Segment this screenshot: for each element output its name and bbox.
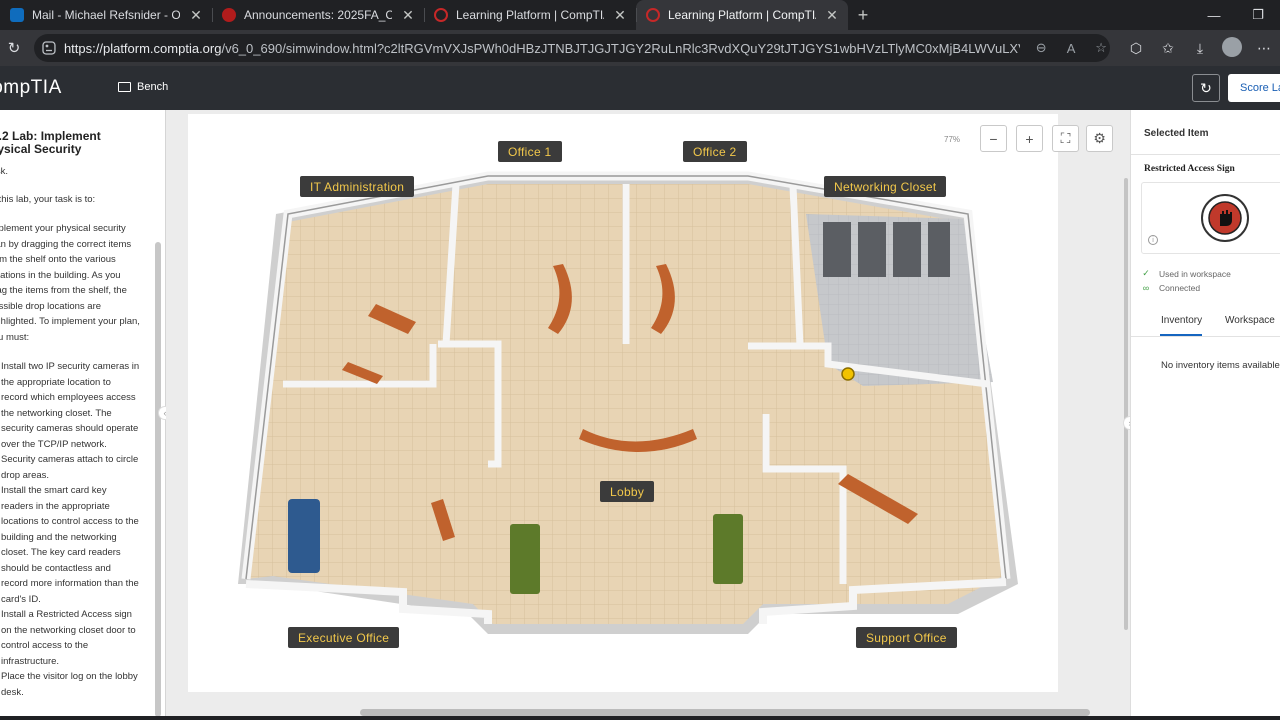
zoom-out-button[interactable]: − (980, 125, 1007, 152)
read-aloud-icon[interactable]: A (1062, 41, 1080, 56)
url-field[interactable]: https://platform.comptia.org/v6_0_690/si… (34, 34, 1110, 62)
gear-icon: ⚙ (1093, 130, 1106, 146)
address-bar-row: ↻ https://platform.comptia.org/v6_0_690/… (0, 30, 1280, 66)
room-label-lobby: Lobby (600, 481, 655, 502)
profile-icon[interactable] (1216, 36, 1248, 60)
close-icon[interactable]: ✕ (824, 7, 840, 24)
lab-instructions: task. In this lab, your task is to: Impl… (0, 164, 140, 700)
info-icon[interactable]: i (1148, 235, 1158, 245)
fullscreen-icon: ⛶ (1060, 130, 1071, 146)
lab-workspace: Office 1 Office 2 IT Administration Netw… (166, 110, 1130, 720)
instruction-fragment: task. (0, 166, 9, 177)
room-label-office-2: Office 2 (683, 141, 747, 162)
status-used-in-workspace: ✓ Used in workspace (1142, 268, 1231, 279)
app-header: CompTIA Bench ↻ Score La (0, 66, 1280, 110)
favorites-icon[interactable]: ✩ (1152, 40, 1184, 57)
room-label-networking-closet: Networking Closet (824, 176, 947, 197)
close-icon[interactable]: ✕ (400, 7, 416, 24)
plus-icon: + (1025, 130, 1034, 147)
refresh-icon: ↻ (1200, 79, 1212, 96)
minus-icon: − (989, 130, 998, 147)
browser-tab-comptia-1[interactable]: Learning Platform | CompTIA ✕ (424, 0, 636, 30)
instruction-intro: In this lab, your task is to: (0, 193, 96, 205)
favorite-star-icon[interactable]: ☆ (1092, 40, 1110, 56)
fullscreen-button[interactable]: ⛶ (1052, 125, 1079, 152)
minimize-icon[interactable]: — (1192, 0, 1236, 30)
instructions-panel: 3.4.2 Lab: Implement Physical Security t… (0, 110, 166, 720)
browser-tab-strip: Mail - Michael Refsnider - Outlook ✕ Ann… (0, 0, 1280, 30)
site-info-icon[interactable] (42, 41, 56, 55)
browser-tab-outlook[interactable]: Mail - Michael Refsnider - Outlook ✕ (0, 0, 212, 30)
tab-inventory[interactable]: Inventory (1161, 315, 1202, 326)
room-label-office-1: Office 1 (498, 141, 562, 162)
instruction-bullet: Install the smart card key readers in th… (1, 485, 139, 605)
restore-icon[interactable]: ❐ (1236, 0, 1280, 30)
selected-item-card[interactable]: i (1141, 182, 1280, 254)
status-connected: ∞ Connected (1142, 283, 1201, 293)
instruction-bullet: Install a Restricted Access sign on the … (1, 609, 136, 667)
taskbar-edge (0, 716, 1280, 720)
more-icon[interactable]: ⋯ (1248, 40, 1280, 57)
browser-toolbar-icons: ⬡ ✩ ⤓ ⋯ (1120, 30, 1280, 66)
room-label-it-administration: IT Administration (300, 176, 415, 197)
window-controls: — ❐ (1192, 0, 1280, 30)
room-label-support-office: Support Office (856, 627, 957, 648)
floorplan-image (238, 171, 1018, 634)
inventory-empty-message: No inventory items available (1161, 360, 1280, 371)
instruction-bullet: Place the visitor log on the lobby desk. (1, 671, 138, 698)
active-tab-indicator (1160, 334, 1202, 336)
floorplan-canvas[interactable]: Office 1 Office 2 IT Administration Netw… (188, 114, 1058, 692)
canvas-icon (222, 8, 236, 22)
zoom-level: 77% (944, 135, 961, 144)
room-label-executive-office: Executive Office (288, 627, 400, 648)
url-path: /v6_0_690/simwindow.html?c2ltRGVmVXJsPWh… (221, 40, 1020, 56)
browser-tab-announcements[interactable]: Announcements: 2025FA_CIS113H ✕ (212, 0, 424, 30)
divider (1131, 154, 1280, 155)
selected-item-panel: Selected Item Restricted Access Sign i ✓… (1130, 110, 1280, 720)
inventory-tabs: Inventory Workspace (1131, 305, 1280, 337)
zoom-icon[interactable]: ⊖ (1032, 40, 1050, 56)
comptia-icon (434, 8, 448, 22)
selected-item-header: Selected Item (1144, 128, 1209, 139)
selected-item-name: Restricted Access Sign (1144, 164, 1235, 174)
link-icon: ∞ (1142, 283, 1150, 293)
bench-button[interactable]: Bench (118, 81, 168, 93)
downloads-icon[interactable]: ⤓ (1184, 40, 1216, 57)
instructions-scrollbar[interactable] (155, 242, 161, 717)
extensions-icon[interactable]: ⬡ (1120, 40, 1152, 57)
restricted-access-sign-icon (1201, 194, 1249, 242)
instruction-paragraph: Implement your physical security plan by… (0, 223, 140, 343)
comptia-logo: CompTIA (0, 77, 62, 98)
settings-button[interactable]: ⚙ (1086, 125, 1113, 152)
zoom-in-button[interactable]: + (1016, 125, 1043, 152)
tab-workspace[interactable]: Workspace (1225, 315, 1275, 326)
close-icon[interactable]: ✕ (188, 7, 204, 24)
lab-title: 3.4.2 Lab: Implement Physical Security (0, 129, 101, 156)
new-tab-button[interactable]: + (848, 0, 878, 30)
url-host: https://platform.comptia.org (63, 40, 222, 56)
workspace-horizontal-scrollbar[interactable] (360, 709, 1090, 716)
outlook-icon (10, 8, 24, 22)
score-lab-button[interactable]: Score La (1228, 74, 1280, 102)
bench-icon (118, 82, 131, 92)
reset-lab-button[interactable]: ↻ (1192, 74, 1220, 102)
workspace-vertical-scrollbar[interactable] (1124, 178, 1128, 630)
instruction-bullet: Install two IP security cameras in the a… (1, 361, 140, 481)
close-icon[interactable]: ✕ (612, 7, 628, 24)
check-icon: ✓ (1142, 268, 1150, 278)
browser-tab-comptia-2[interactable]: Learning Platform | CompTIA ✕ (636, 0, 848, 30)
comptia-icon (646, 8, 660, 22)
reload-icon[interactable]: ↻ (2, 39, 26, 57)
